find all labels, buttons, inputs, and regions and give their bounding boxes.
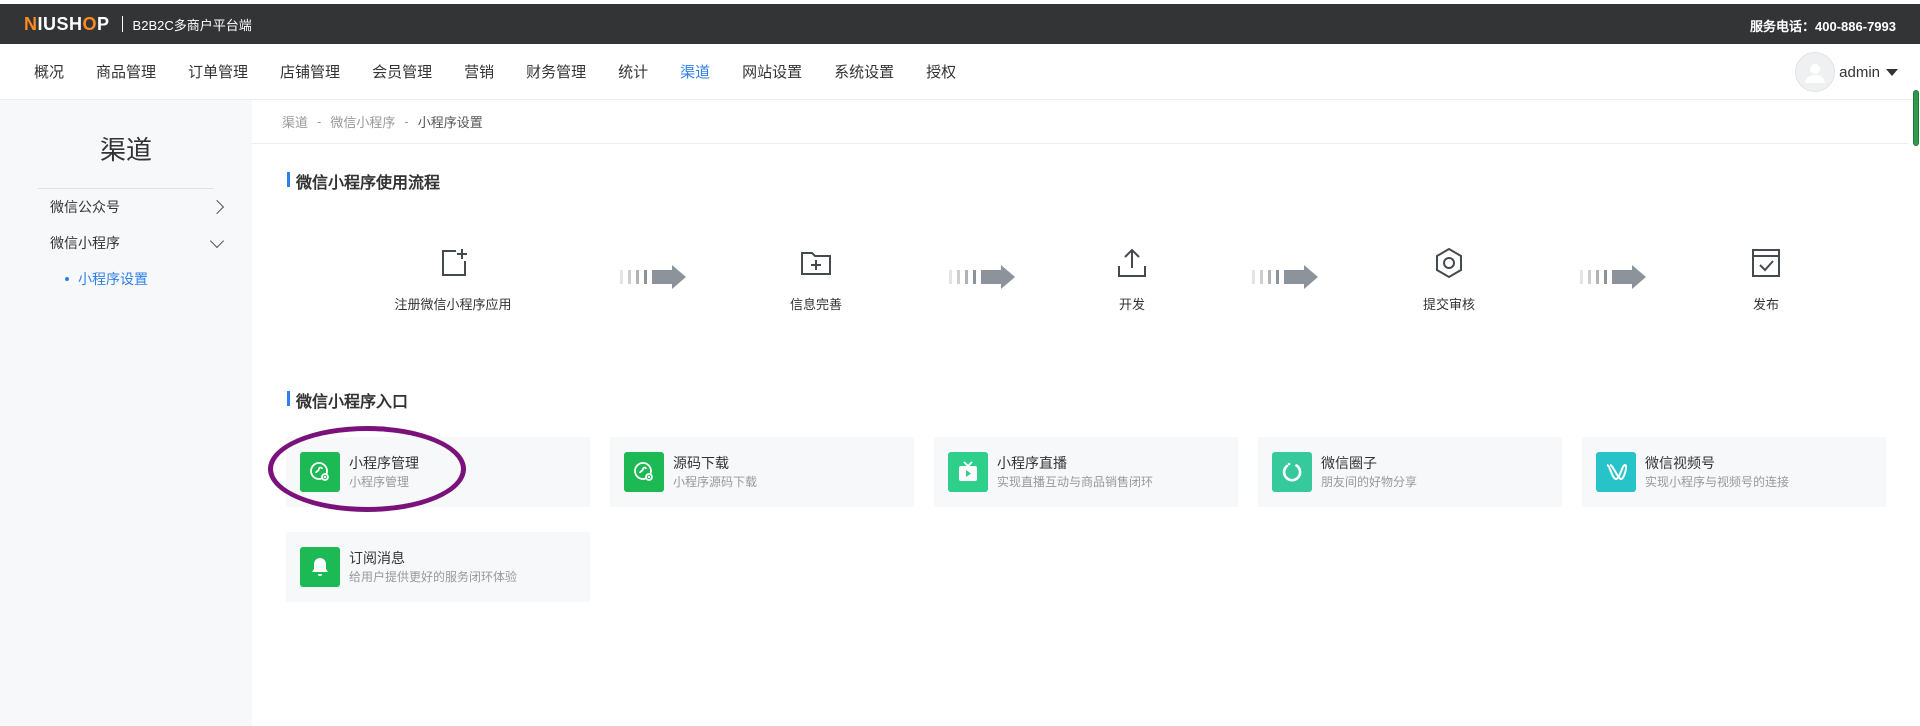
live-tv-icon xyxy=(948,452,988,492)
card-live-stream[interactable]: 小程序直播 实现直播互动与商品销售闭环 xyxy=(934,437,1238,507)
card-miniprogram-manage[interactable]: 小程序管理 小程序管理 xyxy=(286,437,590,507)
sidebar-title: 渠道 xyxy=(99,135,152,165)
nav-license[interactable]: 授权 xyxy=(926,61,956,82)
avatar xyxy=(1795,52,1836,92)
flow-arrow-icon xyxy=(620,265,686,289)
nav-finance[interactable]: 财务管理 xyxy=(526,61,586,82)
nav-site-settings[interactable]: 网站设置 xyxy=(742,61,802,82)
service-hotline: 服务电话：400-886-7993 xyxy=(1750,19,1896,34)
gear-icon xyxy=(1436,247,1462,279)
flow-step-publish: 发布 xyxy=(1666,246,1866,313)
nav-stats[interactable]: 统计 xyxy=(618,61,648,82)
register-icon xyxy=(442,249,467,276)
nav-marketing[interactable]: 营销 xyxy=(464,61,494,82)
logo-divider xyxy=(121,16,123,32)
flow-arrow-icon xyxy=(1580,265,1646,289)
flow-step-register: 注册微信小程序应用 xyxy=(353,246,553,313)
nav-orders[interactable]: 订单管理 xyxy=(188,61,248,82)
top-bar: N IUSH O P B2B2C多商户平台端 服务电话：400-886-7993 xyxy=(0,0,1920,44)
upload-icon xyxy=(1118,248,1146,277)
breadcrumb-current: 小程序设置 xyxy=(417,115,483,130)
nav-overview[interactable]: 概况 xyxy=(34,61,64,82)
sidebar-item-wechat-miniprogram[interactable]: 微信小程序 xyxy=(0,225,252,261)
username: admin xyxy=(1839,63,1880,81)
card-subscribe-message[interactable]: 订阅消息 给用户提供更好的服务闭环体验 xyxy=(286,532,590,602)
sidebar-item-wechat-official[interactable]: 微信公众号 xyxy=(0,189,252,225)
flow-step-review: 提交审核 xyxy=(1349,246,1549,313)
card-video-channels[interactable]: 微信视频号 实现小程序与视频号的连接 xyxy=(1582,437,1886,507)
caret-down-icon xyxy=(1886,68,1898,76)
miniprogram-gear-icon xyxy=(624,452,664,492)
nav-channels[interactable]: 渠道 xyxy=(680,61,710,82)
card-wechat-circle[interactable]: 微信圈子 朋友间的好物分享 xyxy=(1258,437,1562,507)
sidebar-item-label: 微信公众号 xyxy=(50,199,120,215)
scrollbar[interactable] xyxy=(1912,90,1920,150)
breadcrumb: 渠道 - 微信小程序 - 小程序设置 xyxy=(252,100,1908,144)
flow-section-title: 微信小程序使用流程 xyxy=(252,169,440,193)
user-menu[interactable]: admin xyxy=(1795,52,1898,92)
sidebar: 渠道 微信公众号 微信小程序 小程序设置 xyxy=(0,100,252,726)
breadcrumb-item[interactable]: 微信小程序 xyxy=(330,112,395,131)
bell-icon xyxy=(300,547,340,587)
entry-section-title: 微信小程序入口 xyxy=(252,388,408,412)
user-icon xyxy=(1805,64,1826,83)
breadcrumb-sep: - xyxy=(404,114,409,129)
flow-step-develop: 开发 xyxy=(1032,246,1232,313)
circle-icon xyxy=(1272,452,1312,492)
chevron-down-icon xyxy=(209,233,225,248)
miniprogram-gear-icon xyxy=(300,452,340,492)
flow-step-info: 信息完善 xyxy=(716,246,916,313)
nav-goods[interactable]: 商品管理 xyxy=(96,61,156,82)
breadcrumb-item[interactable]: 渠道 xyxy=(282,112,308,131)
main-nav: 概况 商品管理 订单管理 店铺管理 会员管理 营销 财务管理 统计 渠道 网站设… xyxy=(0,44,1920,100)
main-content: 渠道 - 微信小程序 - 小程序设置 微信小程序使用流程 注册微信小程序应用 信… xyxy=(252,100,1908,726)
sidebar-item-label: 微信小程序 xyxy=(50,235,120,251)
publish-icon xyxy=(1752,249,1780,277)
flow-arrow-icon xyxy=(949,265,1015,289)
sidebar-subitem-miniprogram-settings[interactable]: 小程序设置 xyxy=(0,261,252,297)
sidebar-subitem-label: 小程序设置 xyxy=(78,271,148,287)
breadcrumb-sep: - xyxy=(317,114,322,129)
nav-shops[interactable]: 店铺管理 xyxy=(280,61,340,82)
scrollbar-thumb[interactable] xyxy=(1913,90,1919,146)
card-source-download[interactable]: 源码下载 小程序源码下载 xyxy=(610,437,914,507)
channels-icon xyxy=(1596,452,1636,492)
flow-arrow-icon xyxy=(1252,265,1318,289)
nav-system-settings[interactable]: 系统设置 xyxy=(834,61,894,82)
platform-subtitle: B2B2C多商户平台端 xyxy=(132,17,252,33)
flow-steps: 注册微信小程序应用 信息完善 开发 提交审核 发布 xyxy=(252,246,1908,336)
logo[interactable]: N IUSH O P xyxy=(24,14,110,35)
folder-add-icon xyxy=(801,252,831,275)
nav-members[interactable]: 会员管理 xyxy=(372,61,432,82)
chevron-right-icon xyxy=(209,199,225,215)
